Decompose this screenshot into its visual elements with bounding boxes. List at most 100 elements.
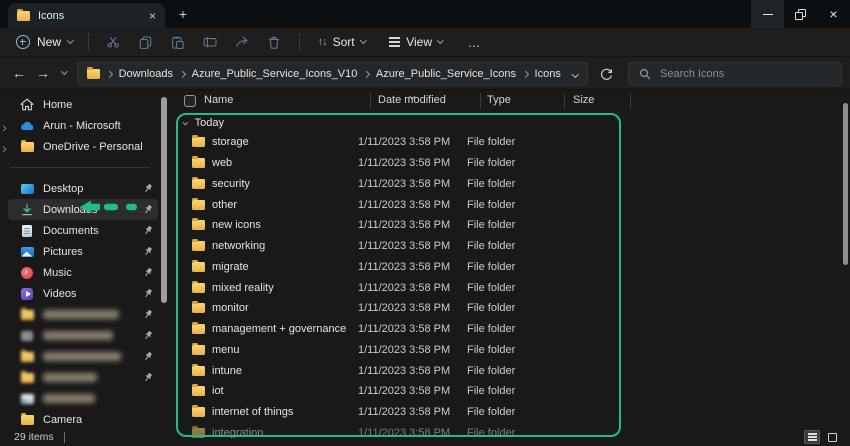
tab-close-icon[interactable]: × xyxy=(149,10,156,22)
file-row-internet-of-things[interactable]: internet of things 1/11/2023 3:58 PM File … xyxy=(172,402,632,423)
column-divider[interactable] xyxy=(630,93,631,109)
breadcrumb-item-downloads[interactable]: Downloads xyxy=(119,68,173,80)
file-row-integration[interactable]: integration 1/11/2023 3:58 PM File folder xyxy=(172,423,632,438)
file-row-web[interactable]: web 1/11/2023 3:58 PM File folder xyxy=(172,153,632,174)
view-button[interactable]: View xyxy=(380,30,451,54)
sidebar-item-downloads[interactable]: Downloads xyxy=(8,199,158,220)
date-modified: 1/11/2023 3:58 PM xyxy=(358,323,451,336)
sidebar-item-redacted[interactable] xyxy=(8,388,158,409)
sidebar-scrollbar[interactable] xyxy=(161,97,167,303)
sidebar-item-pictures[interactable]: Pictures xyxy=(8,241,158,262)
column-divider[interactable] xyxy=(480,93,481,109)
sidebar-item-camera[interactable]: Camera xyxy=(8,409,158,430)
redacted-label xyxy=(43,331,113,340)
cut-button[interactable] xyxy=(98,30,130,54)
sidebar-item-home[interactable]: Home xyxy=(8,94,158,115)
minimize-icon xyxy=(762,13,773,15)
file-row-monitor[interactable]: monitor 1/11/2023 3:58 PM File folder xyxy=(172,298,632,319)
sidebar-item-desktop[interactable]: Desktop xyxy=(8,178,158,199)
list-scrollbar[interactable] xyxy=(841,92,849,438)
paste-button[interactable] xyxy=(162,30,194,54)
column-divider[interactable] xyxy=(564,93,565,109)
file-row-intune[interactable]: intune 1/11/2023 3:58 PM File folder xyxy=(172,360,632,381)
forward-button[interactable]: → xyxy=(32,62,54,84)
copy-button[interactable] xyxy=(130,30,162,54)
file-row-menu[interactable]: menu 1/11/2023 3:58 PM File folder xyxy=(172,340,632,361)
expand-chevron-icon[interactable] xyxy=(0,143,6,155)
trash-icon xyxy=(268,36,279,49)
new-button[interactable]: New xyxy=(10,30,79,54)
restore-button[interactable] xyxy=(784,0,817,28)
sort-button-label: Sort xyxy=(332,35,355,49)
file-row-migrate[interactable]: migrate 1/11/2023 3:58 PM File folder xyxy=(172,257,632,278)
breadcrumb-item-icons[interactable]: Icons xyxy=(535,68,561,80)
sidebar-item-onedrive-personal[interactable]: OneDrive - Personal xyxy=(0,136,158,157)
details-view-button[interactable] xyxy=(804,430,820,444)
date-modified: 1/11/2023 3:58 PM xyxy=(358,385,451,398)
file-row-security[interactable]: security 1/11/2023 3:58 PM File folder xyxy=(172,174,632,195)
rename-button[interactable] xyxy=(194,30,226,54)
search-box[interactable] xyxy=(628,62,842,86)
recent-locations-button[interactable] xyxy=(56,62,72,84)
share-icon xyxy=(236,36,248,47)
view-lines-icon xyxy=(389,37,401,39)
sidebar-item-videos[interactable]: Videos xyxy=(8,283,158,304)
search-input[interactable] xyxy=(660,68,831,80)
column-header-size[interactable]: Size xyxy=(573,94,594,106)
folder-icon xyxy=(20,139,34,152)
breadcrumb-items: Downloads Azure_Public_Service_Icons_V10 A… xyxy=(106,68,561,80)
sort-button[interactable]: ↑↓ Sort xyxy=(309,30,375,54)
select-all-checkbox[interactable] xyxy=(184,95,196,107)
column-header-type[interactable]: Type xyxy=(487,94,511,106)
thumbnail-view-button[interactable] xyxy=(824,430,840,444)
sidebar-item-redacted[interactable] xyxy=(8,304,158,325)
thumbnail-view-icon xyxy=(827,432,837,442)
file-name: internet of things xyxy=(212,406,294,419)
videos-icon xyxy=(21,287,33,300)
sidebar-item-redacted[interactable] xyxy=(8,325,158,346)
refresh-button[interactable] xyxy=(594,62,618,86)
more-options-button[interactable]: … xyxy=(460,35,490,50)
sidebar-item-label: Home xyxy=(43,98,73,111)
restore-icon xyxy=(795,8,806,20)
sidebar-item-label: Documents xyxy=(43,224,99,237)
column-divider[interactable] xyxy=(370,93,371,109)
file-row-iot[interactable]: iot 1/11/2023 3:58 PM File folder xyxy=(172,381,632,402)
sidebar-item-redacted[interactable] xyxy=(8,367,158,388)
breadcrumb[interactable]: Downloads Azure_Public_Service_Icons_V10 A… xyxy=(77,62,588,86)
breadcrumb-item-azure-public-service-icons-v10[interactable]: Azure_Public_Service_Icons_V10 xyxy=(192,68,358,80)
redacted-label xyxy=(43,310,119,319)
file-row-management-governance[interactable]: management + governance 1/11/2023 3:58 PM… xyxy=(172,319,632,340)
file-row-storage[interactable]: storage 1/11/2023 3:58 PM File folder xyxy=(172,132,632,153)
back-button[interactable]: ← xyxy=(8,62,30,84)
file-row-mixed-reality[interactable]: mixed reality 1/11/2023 3:58 PM File folde… xyxy=(172,277,632,298)
date-modified: 1/11/2023 3:58 PM xyxy=(358,260,451,273)
folder-icon xyxy=(192,197,205,210)
delete-button[interactable] xyxy=(258,30,290,54)
sidebar-item-arun-microsoft[interactable]: Arun - Microsoft xyxy=(0,115,158,136)
breadcrumb-item-azure-public-service-icons[interactable]: Azure_Public_Service_Icons xyxy=(376,68,516,80)
file-row-networking[interactable]: networking 1/11/2023 3:58 PM File folder xyxy=(172,236,632,257)
sidebar-item-music[interactable]: Music xyxy=(8,262,158,283)
minimize-button[interactable] xyxy=(751,0,784,28)
group-header-today[interactable]: Today xyxy=(172,114,632,132)
close-button[interactable]: × xyxy=(817,0,850,28)
file-row-new-icons[interactable]: new icons 1/11/2023 3:58 PM File folder xyxy=(172,215,632,236)
pin-icon xyxy=(143,309,153,320)
share-button[interactable] xyxy=(226,30,258,54)
explorer-tab[interactable]: Icons × xyxy=(8,3,165,28)
file-row-other[interactable]: other 1/11/2023 3:58 PM File folder xyxy=(172,194,632,215)
column-header-date-modified[interactable]: Date modified xyxy=(378,94,446,106)
address-dropdown-button[interactable] xyxy=(572,68,579,80)
sidebar-item-redacted[interactable] xyxy=(8,346,158,367)
date-modified: 1/11/2023 3:58 PM xyxy=(358,364,451,377)
disk-icon xyxy=(20,393,34,404)
date-modified: 1/11/2023 3:58 PM xyxy=(358,406,451,419)
column-header-name[interactable]: Name xyxy=(204,94,233,106)
chevron-right-icon xyxy=(363,70,370,78)
chevron-down-icon xyxy=(359,37,367,44)
sidebar-item-documents[interactable]: Documents xyxy=(8,220,158,241)
list-scrollbar-thumb[interactable] xyxy=(842,103,848,265)
new-tab-button[interactable]: + xyxy=(174,4,192,24)
expand-chevron-icon[interactable] xyxy=(0,122,6,134)
